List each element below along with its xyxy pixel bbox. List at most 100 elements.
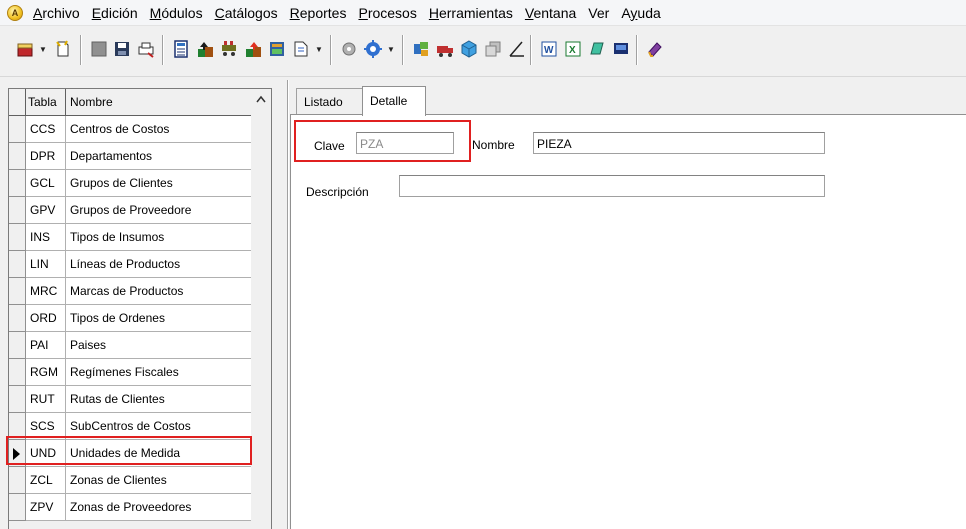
cell-code[interactable]: GPV [26,197,66,224]
copy-button[interactable] [482,38,504,60]
export-button[interactable] [242,38,264,60]
table-row[interactable]: DPR Departamentos [9,143,252,170]
report-button[interactable] [266,38,288,60]
table-row[interactable]: RGM Regímenes Fiscales [9,359,252,386]
column-header-nombre[interactable]: Nombre [66,89,252,116]
document-dropdown[interactable]: ▼ [314,40,324,58]
menu-catalogos[interactable]: Catálogos [209,0,284,26]
vertical-scrollbar[interactable] [251,89,271,529]
help-button[interactable] [644,38,666,60]
copy-icon [485,41,501,57]
cell-name[interactable]: Líneas de Productos [66,251,252,278]
cart-icon [222,41,236,56]
cell-name[interactable]: Paises [66,332,252,359]
cube-button[interactable] [458,38,480,60]
tab-detalle[interactable]: Detalle [362,86,426,116]
menu-edicion[interactable]: Edición [86,0,144,26]
grid-header-row: Tabla Nombre [9,89,252,116]
table-row[interactable]: PAI Paises [9,332,252,359]
cell-code[interactable]: ZPV [26,494,66,521]
tab-listado[interactable]: Listado [296,88,363,114]
document-button[interactable] [290,38,312,60]
cell-code[interactable]: MRC [26,278,66,305]
cell-code[interactable]: ORD [26,305,66,332]
settings-icon [342,42,356,56]
screen-icon [614,43,628,54]
tools-button[interactable] [410,38,432,60]
table-row[interactable]: GCL Grupos de Clientes [9,170,252,197]
gear-dropdown[interactable]: ▼ [386,40,396,58]
table-row[interactable]: CCS Centros de Costos [9,116,252,143]
new-record-button[interactable] [14,38,36,60]
table-row[interactable]: ZCL Zonas de Clientes [9,467,252,494]
cell-name[interactable]: Zonas de Clientes [66,467,252,494]
menu-herramientas[interactable]: Herramientas [423,0,519,26]
cell-name[interactable]: Tipos de Ordenes [66,305,252,332]
menu-ayuda[interactable]: Ayuda [615,0,666,26]
word-button[interactable]: W [538,38,560,60]
descripcion-field[interactable] [399,175,825,197]
calculator-button[interactable] [170,38,192,60]
gear-button[interactable] [362,38,384,60]
selected-row-highlight [6,436,252,465]
truck-button[interactable] [434,38,456,60]
cell-name[interactable]: Grupos de Proveedore [66,197,252,224]
column-header-tabla[interactable]: Tabla [26,89,66,116]
gear-icon [364,40,382,58]
table-row[interactable]: ORD Tipos de Ordenes [9,305,252,332]
cell-code[interactable]: GCL [26,170,66,197]
save-button[interactable] [111,38,133,60]
excel-button[interactable]: X [562,38,584,60]
cell-name[interactable]: Grupos de Clientes [66,170,252,197]
excel-icon: X [565,41,581,57]
app-logo-icon: A [7,4,23,21]
table-row[interactable]: INS Tipos de Insumos [9,224,252,251]
cell-code[interactable]: DPR [26,143,66,170]
menu-procesos[interactable]: Procesos [352,0,422,26]
cell-name[interactable]: Regímenes Fiscales [66,359,252,386]
cell-code[interactable]: PAI [26,332,66,359]
menu-archivo[interactable]: Archivo [27,0,86,26]
stop-button[interactable] [88,38,110,60]
new-document-icon [56,40,69,57]
cell-code[interactable]: INS [26,224,66,251]
table-row[interactable]: LIN Líneas de Productos [9,251,252,278]
scroll-up-button[interactable] [251,89,271,109]
notes-button[interactable] [586,38,608,60]
menu-ver[interactable]: Ver [582,0,615,26]
cell-name[interactable]: Centros de Costos [66,116,252,143]
cell-code[interactable]: ZCL [26,467,66,494]
cell-code[interactable]: RUT [26,386,66,413]
table-row[interactable]: MRC Marcas de Productos [9,278,252,305]
menu-bar: A Archivo Edición Módulos Catálogos Repo… [0,0,966,26]
menu-modulos[interactable]: Módulos [144,0,209,26]
import-button[interactable] [194,38,216,60]
menu-ventana[interactable]: Ventana [519,0,582,26]
nombre-field[interactable] [533,132,825,154]
clave-highlight [294,120,471,162]
table-row[interactable]: ZPV Zonas de Proveedores [9,494,252,521]
descripcion-label: Descripción [306,185,369,199]
new-record-icon [17,43,33,57]
cell-name[interactable]: Departamentos [66,143,252,170]
cell-code[interactable]: LIN [26,251,66,278]
cart-button[interactable] [218,38,240,60]
table-row[interactable]: GPV Grupos de Proveedore [9,197,252,224]
new-record-dropdown[interactable]: ▼ [38,40,48,58]
cell-name[interactable]: Zonas de Proveedores [66,494,252,521]
cell-code[interactable]: CCS [26,116,66,143]
cell-name[interactable]: Marcas de Productos [66,278,252,305]
cell-name[interactable]: Tipos de Insumos [66,224,252,251]
new-document-button[interactable] [52,38,74,60]
settings-button[interactable] [338,38,360,60]
edit-button[interactable] [506,38,528,60]
cell-name[interactable]: Rutas de Clientes [66,386,252,413]
print-icon [138,42,154,58]
table-row[interactable]: RUT Rutas de Clientes [9,386,252,413]
cell-code[interactable]: RGM [26,359,66,386]
help-icon [648,42,662,57]
panel-splitter[interactable] [287,80,289,529]
menu-reportes[interactable]: Reportes [284,0,353,26]
screen-button[interactable] [610,38,632,60]
print-button[interactable] [135,38,157,60]
